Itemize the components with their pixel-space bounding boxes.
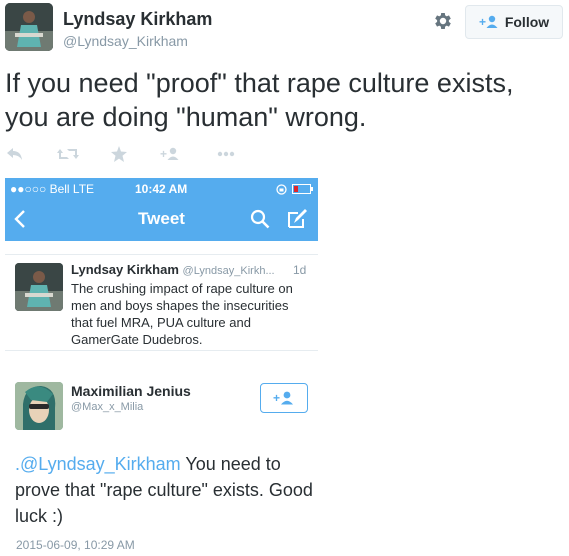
reply-mention[interactable]: .@Lyndsay_Kirkham <box>15 454 181 474</box>
quoted-tweet[interactable]: Lyndsay Kirkham @Lyndsay_Kirkh... 1d The… <box>5 254 318 351</box>
reply-follow-button[interactable]: + <box>260 383 308 413</box>
author-handle[interactable]: @Lyndsay_Kirkham <box>63 33 188 49</box>
quoted-avatar <box>15 263 63 311</box>
svg-text:+: + <box>273 391 280 405</box>
author-name[interactable]: Lyndsay Kirkham <box>63 9 212 30</box>
follow-plus-icon[interactable]: + <box>160 145 180 163</box>
author-avatar[interactable] <box>5 3 53 51</box>
battery-icon <box>292 184 313 194</box>
quoted-name: Lyndsay Kirkham @Lyndsay_Kirkh... <box>71 262 275 277</box>
reply-text: .@Lyndsay_Kirkham You need to prove that… <box>15 451 315 529</box>
follow-label: Follow <box>504 14 550 30</box>
rotation-lock-icon <box>276 184 287 195</box>
reply-avatar[interactable] <box>15 382 63 430</box>
svg-text:+: + <box>479 15 486 29</box>
reply-author-name[interactable]: Maximilian Jenius <box>71 383 191 399</box>
tweet-text-line-1: If you need "proof" that rape culture ex… <box>5 68 514 98</box>
quoted-handle: @Lyndsay_Kirkh... <box>182 265 275 277</box>
tweet-text-line-2: you are doing "human" wrong. <box>5 102 367 132</box>
search-icon[interactable] <box>250 209 270 229</box>
quoted-time: 1d <box>293 263 307 277</box>
retweet-icon[interactable] <box>57 145 79 163</box>
attached-screenshot[interactable]: ●●○○○ Bell LTE 10:42 AM Tweet Lyndsay Ki… <box>5 178 318 556</box>
follow-plus-icon: + <box>273 391 293 405</box>
compose-icon[interactable] <box>286 208 308 230</box>
reply-icon[interactable] <box>7 145 23 163</box>
more-icon[interactable] <box>217 145 235 163</box>
follow-button[interactable]: + Follow <box>465 5 563 39</box>
gear-icon[interactable] <box>432 10 454 32</box>
phone-nav-bar: ●●○○○ Bell LTE 10:42 AM Tweet <box>5 178 318 241</box>
author-avatar-image <box>5 3 53 51</box>
nav-title: Tweet <box>138 209 185 228</box>
follow-plus-icon: + <box>479 15 498 29</box>
tweet-text: If you need "proof" that rape culture ex… <box>5 66 560 134</box>
quoted-author-name: Lyndsay Kirkham <box>71 262 179 277</box>
reply-date: 2015-06-09, 10:29 AM <box>16 538 135 552</box>
reply-author-handle[interactable]: @Max_x_Milia <box>71 401 143 413</box>
svg-text:+: + <box>160 147 167 161</box>
status-time: 10:42 AM <box>135 182 188 196</box>
favorite-icon[interactable] <box>111 145 127 163</box>
status-carrier: ●●○○○ Bell LTE <box>10 182 95 196</box>
quoted-text: The crushing impact of rape culture on m… <box>71 281 293 347</box>
